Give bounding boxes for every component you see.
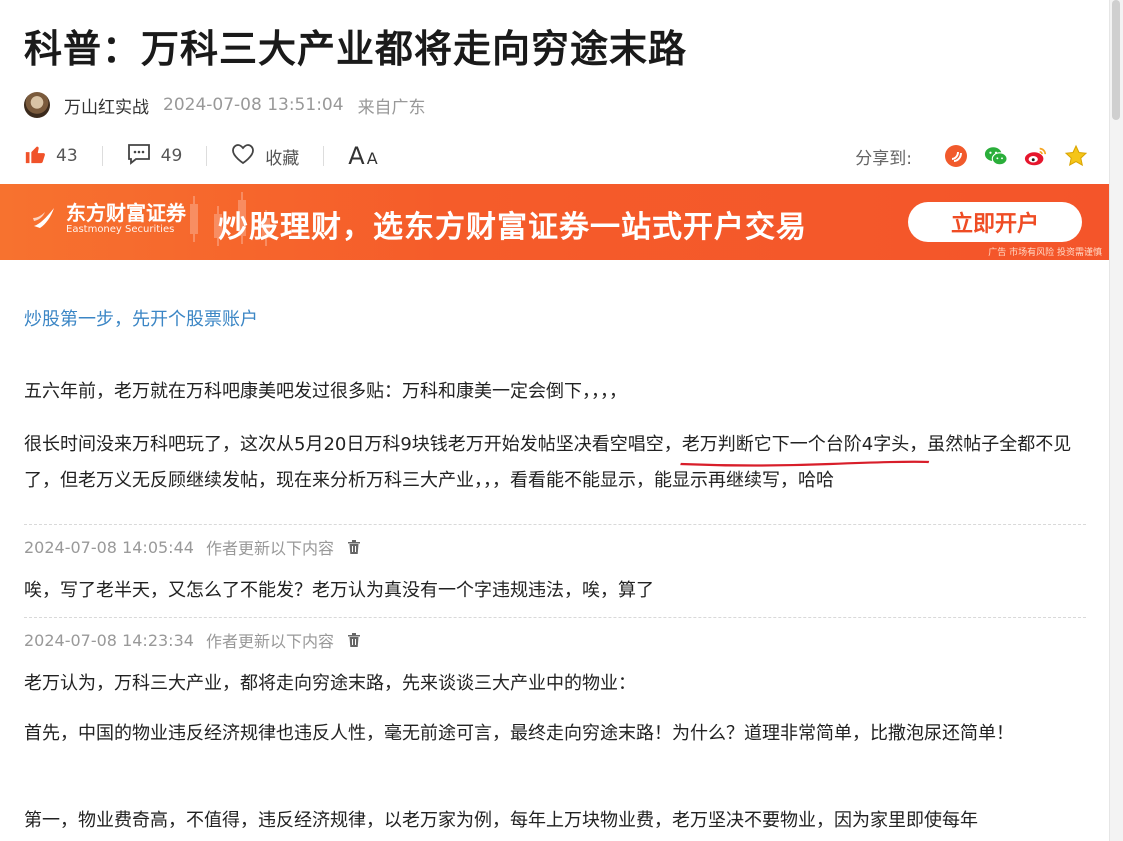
weibo-icon[interactable]: [1024, 144, 1048, 168]
wechat-icon[interactable]: [984, 144, 1008, 168]
heart-icon: [231, 143, 255, 170]
scrollbar-thumb[interactable]: [1112, 0, 1120, 120]
paragraph: 唉，写了老半天，又怎么了不能发？老万认为真没有一个字违规违法，唉，算了: [24, 580, 654, 601]
ad-disclaimer: 广告 市场有风险 投资需谨慎: [988, 248, 1102, 258]
like-count: 43: [56, 146, 78, 166]
author-name[interactable]: 万山红实战: [64, 93, 149, 118]
author-update-header: 2024-07-08 14:05:44 作者更新以下内容: [24, 524, 1086, 559]
divider: [206, 146, 208, 166]
divider: [101, 146, 103, 166]
article-page: 科普：万科三大产业都将走向穷途末路 万山红实战 2024-07-08 13:51…: [0, 0, 1110, 841]
update-time: 2024-07-08 14:23:34: [24, 630, 194, 650]
comment-button[interactable]: 49: [127, 143, 183, 170]
post-time: 2024-07-08 13:51:04: [163, 95, 344, 115]
paragraph-text: 很长时间没来万科吧玩了，这次从5月20日万科9块钱老万开始发帖坚决看空唱空，: [24, 434, 682, 455]
font-small-glyph: A: [366, 149, 378, 168]
update-label: 作者更新以下内容: [205, 539, 334, 558]
comment-count: 49: [160, 146, 183, 166]
trash-icon[interactable]: [346, 632, 362, 648]
eastmoney-logo-icon: [33, 208, 54, 228]
paragraph: 老万认为，万科三大产业，都将走向穷途末路，先来谈谈三大产业中的物业：: [24, 673, 636, 694]
banner-slogan: 炒股理财，选东方财富证券一站式开户交易: [218, 210, 807, 245]
favorite-button[interactable]: 收藏: [231, 143, 299, 170]
favorite-label: 收藏: [265, 148, 300, 169]
article-title: 科普：万科三大产业都将走向穷途末路: [24, 27, 688, 71]
divider: [323, 146, 325, 166]
author-update-header: 2024-07-08 14:23:34 作者更新以下内容: [24, 617, 1086, 652]
scrollbar[interactable]: [1109, 0, 1123, 841]
brand-logo: 东方财富证券 Eastmoney Securities: [30, 202, 186, 236]
like-button[interactable]: 43: [24, 143, 78, 170]
brand-name-en: Eastmoney Securities: [66, 224, 175, 235]
brand-name-cn: 东方财富证券: [66, 201, 186, 225]
trash-icon[interactable]: [346, 539, 362, 555]
paragraph: 第一，物业费奇高，不值得，违反经济规律，以老万家为例，每年上万块物业费，老万坚决…: [24, 810, 978, 831]
ad-banner[interactable]: 东方财富证券 Eastmoney Securities 炒股理财，选东方财富证券…: [0, 184, 1110, 260]
paragraph: 很长时间没来万科吧玩了，这次从5月20日万科9块钱老万开始发帖坚决看空唱空，老万…: [24, 427, 1086, 499]
article-meta: 万山红实战 2024-07-08 13:51:04 来自广东: [24, 92, 426, 118]
highlight-text: 老万判断它下一个台阶4字头，: [681, 434, 928, 455]
avatar[interactable]: [24, 92, 50, 118]
action-bar: 43 49 收藏 A A 分享到:: [24, 140, 1088, 172]
promo-link[interactable]: 炒股第一步，先开个股票账户: [24, 305, 258, 331]
share-label: 分享到:: [855, 148, 912, 169]
update-label: 作者更新以下内容: [205, 632, 334, 651]
share-bar: 分享到:: [855, 144, 1088, 169]
open-account-button[interactable]: 立即开户: [908, 202, 1082, 242]
font-large-glyph: A: [348, 142, 365, 170]
comment-icon: [127, 143, 151, 170]
font-size-toggle[interactable]: A A: [348, 142, 377, 170]
update-time: 2024-07-08 14:05:44: [24, 537, 194, 557]
paragraph: 首先，中国的物业违反经济规律也违反人性，毫无前途可言，最终走向穷途末路！为什么？…: [24, 723, 1014, 744]
like-icon: [24, 143, 46, 170]
star-icon[interactable]: [1064, 144, 1088, 168]
red-underline-mark: [680, 460, 930, 467]
highlighted-text: 老万判断它下一个台阶4字头，: [680, 427, 930, 467]
post-location: 来自广东: [357, 97, 426, 118]
share-douyin-icon[interactable]: [944, 144, 968, 168]
paragraph: 五六年前，老万就在万科吧康美吧发过很多贴：万科和康美一定会倒下，，，，: [24, 381, 627, 402]
